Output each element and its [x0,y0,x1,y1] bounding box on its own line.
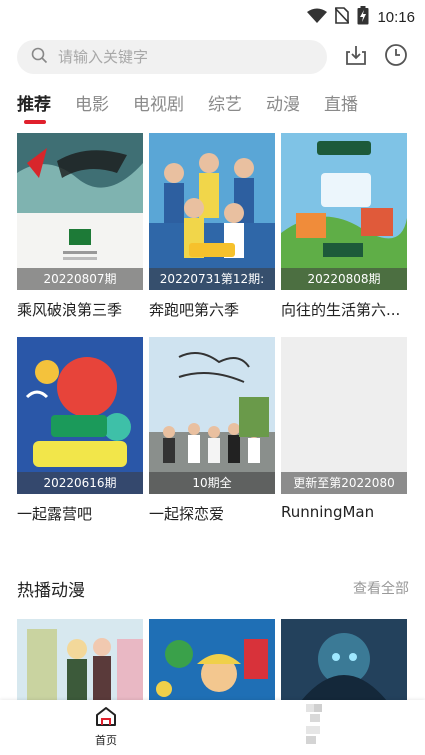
card-title: 乘风破浪第三季 [17,301,123,319]
search-box[interactable] [17,40,327,74]
episode-tag: 20220807期 [17,268,143,290]
download-button[interactable] [343,44,369,70]
poster-image: 20220807期 [17,133,143,290]
poster-image: 20220808期 [281,133,407,290]
episode-tag: 20220731第12期: [149,268,275,290]
status-time: 10:16 [377,9,415,26]
anime-poster-image [149,619,275,701]
anime-poster-image [281,619,407,701]
video-card[interactable]: 20220616期 一起露营吧 [17,337,143,524]
poster-image: 10期全 [149,337,275,494]
tab-recommend[interactable]: 推荐 [17,92,51,126]
anime-card[interactable] [149,619,275,701]
episode-tag: 更新至第2022080 [281,472,407,494]
clock-icon [384,43,408,71]
video-card[interactable]: 20220808期 向往的生活第六... [281,133,407,320]
card-title: 奔跑吧第六季 [149,301,240,319]
video-card[interactable]: 20220731第12期: 奔跑吧第六季 [149,133,275,320]
anime-poster-image [17,619,143,701]
poster-image: 20220616期 [17,337,143,494]
category-tabs: 推荐 电影 电视剧 综艺 动漫 直播 [17,92,382,126]
tab-variety[interactable]: 综艺 [208,92,242,126]
tab-live[interactable]: 直播 [324,92,358,126]
card-title: RunningMan [281,503,375,521]
bottom-nav: 首页 [0,700,425,755]
wifi-icon [307,8,328,28]
poster-image: 20220731第12期: [149,133,275,290]
tab-movie[interactable]: 电影 [75,92,109,126]
video-card[interactable]: 更新至第2022080 RunningMan [281,337,407,521]
card-title: 一起探恋爱 [149,505,225,523]
video-card[interactable]: 20220807期 乘风破浪第三季 [17,133,143,320]
nav-mosaic-icon[interactable] [300,702,330,746]
tab-tv-series[interactable]: 电视剧 [133,92,184,126]
episode-tag: 20220616期 [17,472,143,494]
poster-image: 更新至第2022080 [281,337,407,494]
battery-charging-icon [357,6,369,29]
home-icon [95,707,117,730]
anime-card[interactable] [17,619,143,701]
search-icon [31,47,48,68]
video-card[interactable]: 10期全 一起探恋爱 [149,337,275,524]
view-all-link[interactable]: 查看全部 [353,578,409,598]
episode-tag: 20220808期 [281,268,407,290]
hot-anime-header: 热播动漫 查看全部 [17,576,409,602]
search-input[interactable] [58,48,298,66]
hot-anime-row [17,619,409,701]
nav-home-label: 首页 [95,734,117,747]
history-button[interactable] [383,44,409,70]
card-title: 一起露营吧 [17,505,93,523]
anime-card[interactable] [281,619,407,701]
tab-anime[interactable]: 动漫 [266,92,300,126]
section-title: 热播动漫 [17,581,85,601]
status-bar: 10:16 [0,0,425,30]
nav-home[interactable]: 首页 [86,706,126,748]
download-icon [344,43,368,71]
no-sim-icon [334,7,351,28]
search-row [17,40,412,74]
episode-tag: 10期全 [149,472,275,494]
card-title: 向往的生活第六... [281,301,401,319]
